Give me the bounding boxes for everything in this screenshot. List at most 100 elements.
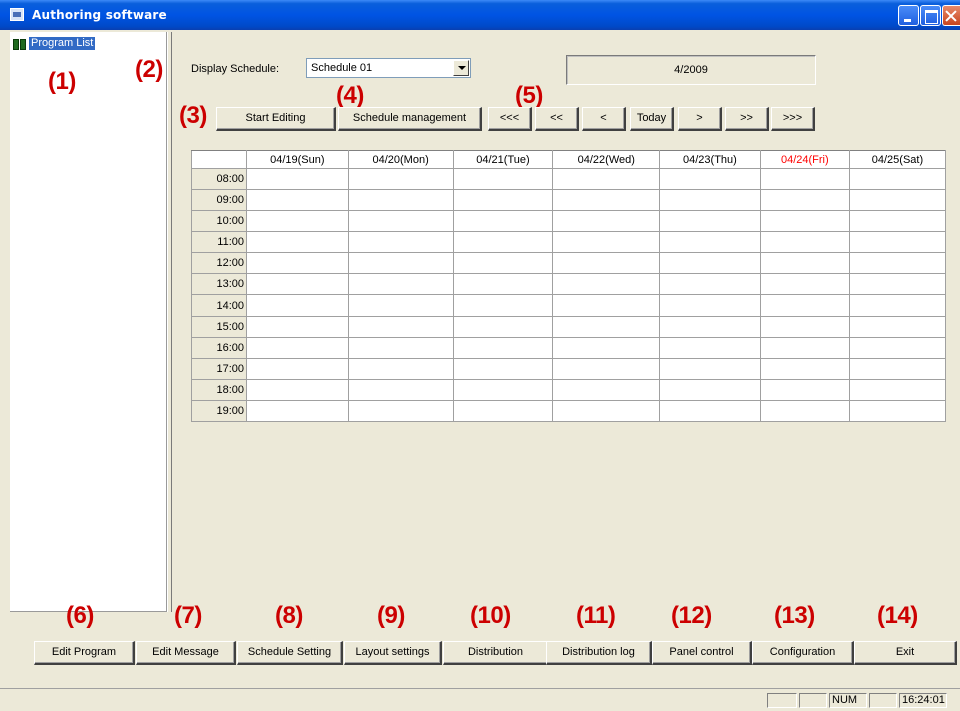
schedule-cell[interactable] xyxy=(848,357,947,380)
schedule-cell[interactable] xyxy=(659,210,761,233)
schedule-cell[interactable] xyxy=(347,273,454,296)
schedule-cell[interactable] xyxy=(759,273,850,296)
schedule-cell[interactable] xyxy=(347,357,454,380)
schedule-cell[interactable] xyxy=(246,378,349,401)
schedule-cell[interactable] xyxy=(759,336,850,359)
schedule-setting-button[interactable]: Schedule Setting xyxy=(237,641,343,665)
schedule-cell[interactable] xyxy=(552,294,661,317)
nav-next-month-button[interactable]: >>> xyxy=(771,107,815,131)
schedule-cell[interactable] xyxy=(759,399,850,423)
schedule-cell[interactable] xyxy=(552,378,661,401)
schedule-cell[interactable] xyxy=(246,252,349,275)
chevron-down-icon[interactable] xyxy=(453,60,469,76)
schedule-cell[interactable] xyxy=(347,399,454,423)
schedule-cell[interactable] xyxy=(552,336,661,359)
schedule-cell[interactable] xyxy=(848,210,947,233)
schedule-cell[interactable] xyxy=(552,167,661,191)
schedule-cell[interactable] xyxy=(246,273,349,296)
distribution-button[interactable]: Distribution xyxy=(443,641,549,665)
exit-button[interactable]: Exit xyxy=(854,641,957,665)
schedule-cell[interactable] xyxy=(848,378,947,401)
schedule-cell[interactable] xyxy=(452,273,554,296)
schedule-cell[interactable] xyxy=(347,294,454,317)
nav-prev-day-button[interactable]: < xyxy=(582,107,626,131)
schedule-cell[interactable] xyxy=(848,231,947,254)
program-tree[interactable]: Program List xyxy=(10,32,167,612)
distribution-log-button[interactable]: Distribution log xyxy=(546,641,652,665)
schedule-cell[interactable] xyxy=(759,315,850,338)
schedule-cell[interactable] xyxy=(452,357,554,380)
schedule-cell[interactable] xyxy=(246,231,349,254)
schedule-cell[interactable] xyxy=(246,210,349,233)
schedule-cell[interactable] xyxy=(552,252,661,275)
schedule-cell[interactable] xyxy=(347,167,454,191)
schedule-cell[interactable] xyxy=(347,210,454,233)
schedule-cell[interactable] xyxy=(246,399,349,423)
schedule-cell[interactable] xyxy=(552,210,661,233)
maximize-button[interactable] xyxy=(920,5,941,26)
schedule-cell[interactable] xyxy=(848,399,947,423)
schedule-cell[interactable] xyxy=(659,315,761,338)
schedule-cell[interactable] xyxy=(246,189,349,212)
panel-control-button[interactable]: Panel control xyxy=(652,641,752,665)
schedule-cell[interactable] xyxy=(246,357,349,380)
schedule-cell[interactable] xyxy=(848,273,947,296)
schedule-cell[interactable] xyxy=(552,357,661,380)
schedule-cell[interactable] xyxy=(759,252,850,275)
schedule-cell[interactable] xyxy=(347,189,454,212)
schedule-cell[interactable] xyxy=(347,378,454,401)
schedule-cell[interactable] xyxy=(246,315,349,338)
nav-prev-month-button[interactable]: <<< xyxy=(488,107,532,131)
schedule-cell[interactable] xyxy=(246,167,349,191)
tree-item-program-list[interactable]: Program List xyxy=(12,37,96,50)
schedule-cell[interactable] xyxy=(659,189,761,212)
schedule-cell[interactable] xyxy=(848,294,947,317)
schedule-cell[interactable] xyxy=(246,294,349,317)
layout-settings-button[interactable]: Layout settings xyxy=(344,641,442,665)
schedule-cell[interactable] xyxy=(246,336,349,359)
schedule-cell[interactable] xyxy=(452,336,554,359)
schedule-cell[interactable] xyxy=(552,273,661,296)
schedule-cell[interactable] xyxy=(452,189,554,212)
schedule-cell[interactable] xyxy=(552,315,661,338)
schedule-cell[interactable] xyxy=(452,315,554,338)
schedule-cell[interactable] xyxy=(347,252,454,275)
schedule-cell[interactable] xyxy=(759,294,850,317)
schedule-select[interactable]: Schedule 01 xyxy=(306,58,471,78)
schedule-cell[interactable] xyxy=(347,231,454,254)
schedule-cell[interactable] xyxy=(347,315,454,338)
configuration-button[interactable]: Configuration xyxy=(752,641,854,665)
schedule-cell[interactable] xyxy=(759,231,850,254)
schedule-management-button[interactable]: Schedule management xyxy=(338,107,482,131)
schedule-cell[interactable] xyxy=(452,231,554,254)
schedule-cell[interactable] xyxy=(659,378,761,401)
edit-message-button[interactable]: Edit Message xyxy=(136,641,236,665)
schedule-cell[interactable] xyxy=(552,399,661,423)
nav-prev-week-button[interactable]: << xyxy=(535,107,579,131)
schedule-cell[interactable] xyxy=(759,189,850,212)
nav-today-button[interactable]: Today xyxy=(630,107,674,131)
schedule-cell[interactable] xyxy=(659,336,761,359)
schedule-grid[interactable]: 04/19(Sun) 04/20(Mon) 04/21(Tue) 04/22(W… xyxy=(191,150,947,423)
schedule-cell[interactable] xyxy=(848,336,947,359)
nav-next-day-button[interactable]: > xyxy=(678,107,722,131)
minimize-button[interactable] xyxy=(898,5,919,26)
schedule-cell[interactable] xyxy=(659,273,761,296)
schedule-cell[interactable] xyxy=(452,167,554,191)
schedule-cell[interactable] xyxy=(659,231,761,254)
schedule-cell[interactable] xyxy=(659,294,761,317)
schedule-cell[interactable] xyxy=(552,231,661,254)
schedule-cell[interactable] xyxy=(848,315,947,338)
schedule-cell[interactable] xyxy=(552,189,661,212)
schedule-cell[interactable] xyxy=(452,294,554,317)
edit-program-button[interactable]: Edit Program xyxy=(34,641,135,665)
schedule-cell[interactable] xyxy=(452,252,554,275)
close-button[interactable] xyxy=(942,5,960,26)
schedule-cell[interactable] xyxy=(659,357,761,380)
schedule-cell[interactable] xyxy=(452,378,554,401)
schedule-cell[interactable] xyxy=(659,252,761,275)
schedule-cell[interactable] xyxy=(659,399,761,423)
schedule-cell[interactable] xyxy=(848,252,947,275)
schedule-cell[interactable] xyxy=(848,189,947,212)
schedule-cell[interactable] xyxy=(452,210,554,233)
